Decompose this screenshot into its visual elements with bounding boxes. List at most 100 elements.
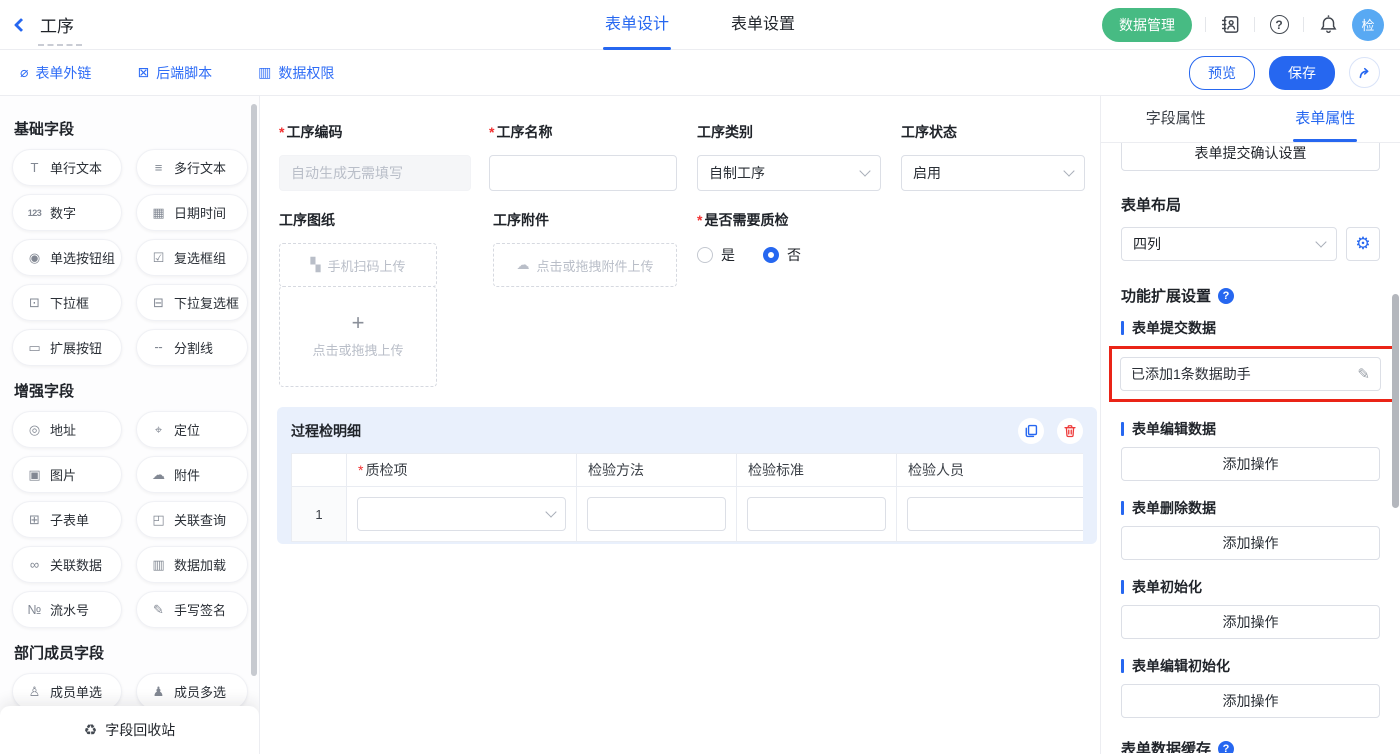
palette-field-item[interactable]: ◎地址 — [12, 411, 122, 448]
data-permission-icon: ▥ — [258, 64, 271, 81]
backend-script-link[interactable]: ⊠ 后端脚本 — [137, 63, 212, 83]
section-title: 表单提交数据 — [1121, 318, 1380, 338]
palette-field-item[interactable]: ✎手写签名 — [136, 591, 248, 628]
radio-yes[interactable]: 是 — [697, 245, 735, 265]
divider — [1303, 17, 1304, 32]
required-star: * — [489, 124, 494, 140]
member-single-icon: ♙ — [26, 684, 43, 700]
palette-field-item[interactable]: ≡多行文本 — [136, 149, 248, 186]
palette-field-item[interactable]: №流水号 — [12, 591, 122, 628]
add-action-button[interactable]: 添加操作 — [1121, 684, 1380, 718]
sidebar-scrollbar[interactable] — [251, 104, 257, 676]
back-nav[interactable]: 工序 — [16, 12, 76, 37]
palette-field-item[interactable]: ∞关联数据 — [12, 546, 122, 583]
palette-field-item[interactable]: ◰关联查询 — [136, 501, 248, 538]
palette-field-item[interactable]: ⊡下拉框 — [12, 284, 122, 321]
table-cell — [737, 487, 897, 542]
palette-field-item[interactable]: ▭扩展按钮 — [12, 329, 122, 366]
contact-book-icon[interactable] — [1219, 14, 1241, 36]
required-star: * — [279, 124, 284, 140]
help-badge-icon[interactable]: ? — [1218, 288, 1234, 304]
field-process-status[interactable]: 工序状态 启用 — [901, 122, 1085, 191]
palette-field-item[interactable]: ▦日期时间 — [136, 194, 248, 231]
palette-field-item[interactable]: ☑复选框组 — [136, 239, 248, 276]
palette-field-label: 子表单 — [50, 510, 89, 529]
data-cache-label: 表单数据缓存 — [1121, 738, 1211, 753]
process-name-input[interactable] — [489, 155, 677, 191]
help-icon[interactable]: ? — [1268, 14, 1290, 36]
add-action-button[interactable]: 添加操作 — [1121, 447, 1380, 481]
palette-field-item[interactable]: ⌖定位 — [136, 411, 248, 448]
field-process-category[interactable]: 工序类别 自制工序 — [697, 122, 881, 191]
palette-field-item[interactable]: ▥ 数据加载 — [136, 546, 248, 583]
field-palette-sidebar: 基础字段T单行文本≡多行文本123数字▦日期时间◉单选按钮组☑复选框组⊡下拉框⊟… — [0, 96, 260, 754]
panel-section: 表单提交数据已添加1条数据助手✎ — [1121, 318, 1380, 402]
data-permission-link[interactable]: ▥ 数据权限 — [258, 63, 334, 83]
notification-bell-icon[interactable] — [1317, 14, 1339, 36]
panel-section: 表单编辑数据添加操作 — [1121, 419, 1380, 481]
process-status-select[interactable]: 启用 — [901, 155, 1085, 191]
panel-scrollbar[interactable] — [1392, 294, 1399, 508]
table-cell — [577, 487, 737, 542]
field-process-name[interactable]: *工序名称 — [489, 122, 677, 191]
tab-form-settings[interactable]: 表单设置 — [731, 0, 795, 50]
extension-settings-label: 功能扩展设置 — [1121, 285, 1211, 306]
add-action-button[interactable]: 添加操作 — [1121, 526, 1380, 560]
share-button[interactable] — [1349, 57, 1380, 88]
attachment-icon: ☁ — [150, 467, 167, 483]
section-accent-bar — [1121, 422, 1124, 436]
data-manage-button[interactable]: 数据管理 — [1102, 8, 1192, 42]
layout-settings-button[interactable]: ⚙ — [1346, 227, 1380, 261]
field-recycle-bin[interactable]: ♻ 字段回收站 — [0, 706, 259, 754]
location-icon: ⌖ — [150, 422, 167, 438]
radio-no[interactable]: 否 — [763, 245, 801, 265]
help-badge-icon[interactable]: ? — [1218, 741, 1234, 754]
palette-field-label: 手写签名 — [174, 600, 226, 619]
page-title[interactable]: 工序 — [38, 12, 76, 37]
add-action-button[interactable]: 添加操作 — [1121, 605, 1380, 639]
palette-field-label: 复选框组 — [174, 248, 226, 267]
delete-subtable-button[interactable] — [1057, 418, 1083, 444]
palette-field-label: 成员多选 — [174, 682, 226, 701]
edit-icon[interactable]: ✎ — [1357, 365, 1370, 383]
avatar[interactable]: 检 — [1352, 9, 1384, 41]
tab-form-design[interactable]: 表单设计 — [605, 0, 669, 50]
copy-row-button[interactable] — [1018, 418, 1044, 444]
cell-text-input[interactable] — [747, 497, 886, 531]
palette-field-item[interactable]: ⊟下拉复选框 — [136, 284, 248, 321]
palette-field-item[interactable]: ▣图片 — [12, 456, 122, 493]
palette-field-item[interactable]: 123数字 — [12, 194, 122, 231]
drag-upload-zone[interactable]: + 点击或拖拽上传 — [279, 286, 437, 387]
palette-field-item[interactable]: ⊞子表单 — [12, 501, 122, 538]
palette-field-item[interactable]: ♙成员单选 — [12, 673, 122, 710]
cell-text-input[interactable] — [907, 497, 1083, 531]
divider — [1205, 17, 1206, 32]
palette-field-item[interactable]: ◉单选按钮组 — [12, 239, 122, 276]
palette-field-item[interactable]: ♟成员多选 — [136, 673, 248, 710]
tab-field-properties[interactable]: 字段属性 — [1101, 96, 1251, 142]
process-code-input[interactable]: 自动生成无需填写 — [279, 155, 471, 191]
form-external-link[interactable]: ⌀ 表单外链 — [20, 63, 91, 83]
submit-confirm-settings-button[interactable]: 表单提交确认设置 — [1121, 143, 1380, 171]
attachment-upload-zone[interactable]: ☁ 点击或拖拽附件上传 — [493, 243, 677, 287]
data-load-icon: ▥ — [150, 557, 167, 573]
tab-form-properties[interactable]: 表单属性 — [1251, 96, 1400, 142]
field-process-code[interactable]: *工序编码 自动生成无需填写 — [279, 122, 471, 191]
preview-button[interactable]: 预览 — [1189, 56, 1255, 90]
process-category-select[interactable]: 自制工序 — [697, 155, 881, 191]
palette-field-item[interactable]: ☁附件 — [136, 456, 248, 493]
recycle-icon: ♻ — [84, 721, 97, 739]
palette-field-item[interactable]: T单行文本 — [12, 149, 122, 186]
cell-text-input[interactable] — [587, 497, 726, 531]
required-star: * — [697, 212, 702, 228]
cell-select-input[interactable] — [357, 497, 566, 531]
palette-field-label: 关联查询 — [174, 510, 226, 529]
scan-upload-zone[interactable]: ▚ 手机扫码上传 — [279, 243, 437, 287]
save-button[interactable]: 保存 — [1269, 56, 1335, 90]
palette-field-label: 数据加载 — [174, 555, 226, 574]
palette-field-item[interactable]: ╌分割线 — [136, 329, 248, 366]
submit-data-value[interactable]: 已添加1条数据助手✎ — [1120, 357, 1381, 391]
section-title: 表单编辑初始化 — [1121, 656, 1380, 676]
field-qc-required: *是否需要质检 是 否 — [697, 210, 917, 265]
form-layout-select[interactable]: 四列 — [1121, 227, 1337, 261]
